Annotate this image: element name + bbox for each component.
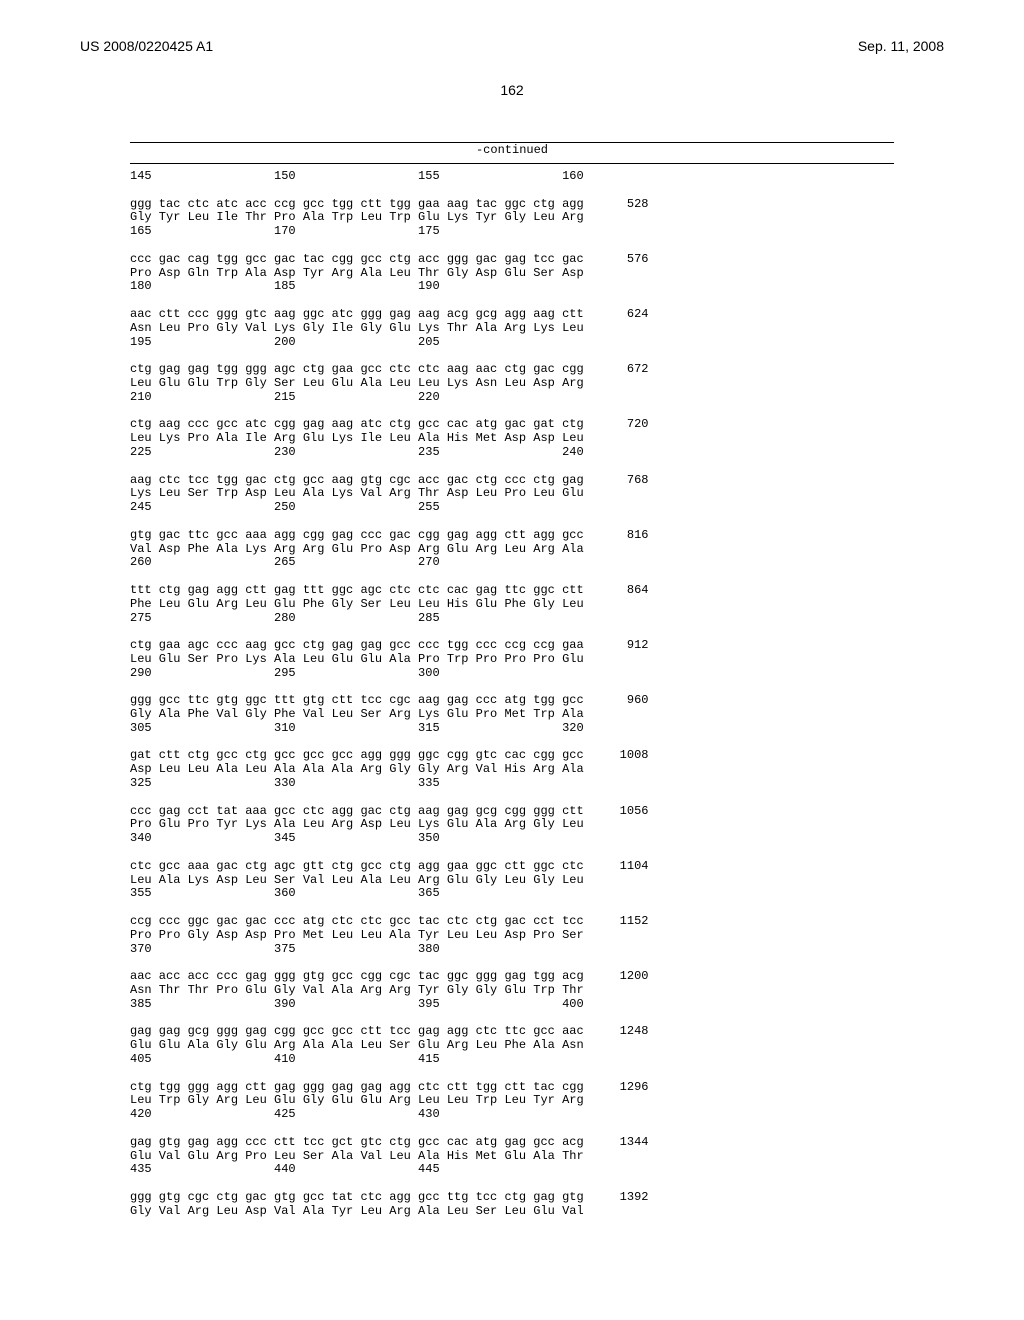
sequence-row: gtg gac ttc gcc aaa agg cgg gag ccc gac … <box>130 529 648 543</box>
sequence-row: 405 410 415 <box>130 1053 648 1067</box>
sequence-row: 305 310 315 320 <box>130 722 648 736</box>
sequence-row: 325 330 335 <box>130 777 648 791</box>
sequence-row: 355 360 365 <box>130 887 648 901</box>
sequence-row: ccc gac cag tgg gcc gac tac cgg gcc ctg … <box>130 253 648 267</box>
sequence-row <box>130 405 648 419</box>
sequence-row <box>130 184 648 198</box>
sequence-row: ccc gag cct tat aaa gcc ctc agg gac ctg … <box>130 805 648 819</box>
publication-number: US 2008/0220425 A1 <box>80 38 213 54</box>
sequence-row: Gly Val Arg Leu Asp Val Ala Tyr Leu Arg … <box>130 1205 648 1219</box>
sequence-row: Lys Leu Ser Trp Asp Leu Ala Lys Val Arg … <box>130 487 648 501</box>
sequence-row: 385 390 395 400 <box>130 998 648 1012</box>
sequence-row: ctg gag gag tgg ggg agc ctg gaa gcc ctc … <box>130 363 648 377</box>
sequence-row <box>130 956 648 970</box>
sequence-row <box>130 294 648 308</box>
sequence-row: 145 150 155 160 <box>130 170 648 184</box>
sequence-row <box>130 515 648 529</box>
sequence-row: 370 375 380 <box>130 943 648 957</box>
sequence-row: 210 215 220 <box>130 391 648 405</box>
sequence-row: ctg aag ccc gcc atc cgg gag aag atc ctg … <box>130 418 648 432</box>
sequence-row <box>130 239 648 253</box>
sequence-row: 420 425 430 <box>130 1108 648 1122</box>
sequence-row <box>130 901 648 915</box>
continued-label: -continued <box>0 143 1024 157</box>
sequence-row: Pro Glu Pro Tyr Lys Ala Leu Arg Asp Leu … <box>130 818 648 832</box>
sequence-row: ttt ctg gag agg ctt gag ttt ggc agc ctc … <box>130 584 648 598</box>
sequence-row <box>130 1012 648 1026</box>
sequence-row: Asn Thr Thr Pro Glu Gly Val Ala Arg Arg … <box>130 984 648 998</box>
sequence-row: 225 230 235 240 <box>130 446 648 460</box>
sequence-row: Leu Lys Pro Ala Ile Arg Glu Lys Ile Leu … <box>130 432 648 446</box>
sequence-row: Gly Tyr Leu Ile Thr Pro Ala Trp Leu Trp … <box>130 211 648 225</box>
sequence-row: 180 185 190 <box>130 280 648 294</box>
sequence-row: ctg gaa agc ccc aag gcc ctg gag gag gcc … <box>130 639 648 653</box>
sequence-row: ggg tac ctc atc acc ccg gcc tgg ctt tgg … <box>130 198 648 212</box>
sequence-row: ccg ccc ggc gac gac ccc atg ctc ctc gcc … <box>130 915 648 929</box>
sequence-row <box>130 1177 648 1191</box>
sequence-row <box>130 570 648 584</box>
sequence-row <box>130 1067 648 1081</box>
sequence-row: aac acc acc ccc gag ggg gtg gcc cgg cgc … <box>130 970 648 984</box>
sequence-row: ggg gcc ttc gtg ggc ttt gtg ctt tcc cgc … <box>130 694 648 708</box>
sequence-row: gag gag gcg ggg gag cgg gcc gcc ctt tcc … <box>130 1025 648 1039</box>
sequence-row <box>130 1122 648 1136</box>
sequence-row: Phe Leu Glu Arg Leu Glu Phe Gly Ser Leu … <box>130 598 648 612</box>
sequence-row: 290 295 300 <box>130 667 648 681</box>
sequence-row: Leu Trp Gly Arg Leu Glu Gly Glu Glu Arg … <box>130 1094 648 1108</box>
sequence-row: Leu Glu Glu Trp Gly Ser Leu Glu Ala Leu … <box>130 377 648 391</box>
sequence-row: ggg gtg cgc ctg gac gtg gcc tat ctc agg … <box>130 1191 648 1205</box>
sequence-row: 275 280 285 <box>130 612 648 626</box>
sequence-row <box>130 625 648 639</box>
sequence-row: 195 200 205 <box>130 336 648 350</box>
sequence-row: Val Asp Phe Ala Lys Arg Arg Glu Pro Asp … <box>130 543 648 557</box>
sequence-row: Asn Leu Pro Gly Val Lys Gly Ile Gly Glu … <box>130 322 648 336</box>
sequence-row: 340 345 350 <box>130 832 648 846</box>
sequence-row <box>130 349 648 363</box>
sequence-row: 260 265 270 <box>130 556 648 570</box>
sequence-row: Leu Glu Ser Pro Lys Ala Leu Glu Glu Ala … <box>130 653 648 667</box>
sequence-row: gat ctt ctg gcc ctg gcc gcc gcc agg ggg … <box>130 749 648 763</box>
sequence-row: Glu Val Glu Arg Pro Leu Ser Ala Val Leu … <box>130 1150 648 1164</box>
sequence-row <box>130 460 648 474</box>
sequence-listing: 145 150 155 160 ggg tac ctc atc acc ccg … <box>130 170 648 1219</box>
sequence-row: gag gtg gag agg ccc ctt tcc gct gtc ctg … <box>130 1136 648 1150</box>
sequence-row: Asp Leu Leu Ala Leu Ala Ala Ala Arg Gly … <box>130 763 648 777</box>
sequence-row: 435 440 445 <box>130 1163 648 1177</box>
sequence-row: ctg tgg ggg agg ctt gag ggg gag gag agg … <box>130 1081 648 1095</box>
sequence-row: Gly Ala Phe Val Gly Phe Val Leu Ser Arg … <box>130 708 648 722</box>
sequence-row: 165 170 175 <box>130 225 648 239</box>
sequence-row <box>130 846 648 860</box>
sequence-row: Leu Ala Lys Asp Leu Ser Val Leu Ala Leu … <box>130 874 648 888</box>
sequence-row: aac ctt ccc ggg gtc aag ggc atc ggg gag … <box>130 308 648 322</box>
sequence-row <box>130 791 648 805</box>
sequence-row: Pro Asp Gln Trp Ala Asp Tyr Arg Ala Leu … <box>130 267 648 281</box>
sequence-row <box>130 736 648 750</box>
sequence-row: Glu Glu Ala Gly Glu Arg Ala Ala Leu Ser … <box>130 1039 648 1053</box>
page-number: 162 <box>0 82 1024 98</box>
sequence-row: Pro Pro Gly Asp Asp Pro Met Leu Leu Ala … <box>130 929 648 943</box>
publication-date: Sep. 11, 2008 <box>858 38 944 54</box>
sequence-row: ctc gcc aaa gac ctg agc gtt ctg gcc ctg … <box>130 860 648 874</box>
sequence-row: 245 250 255 <box>130 501 648 515</box>
sequence-row <box>130 680 648 694</box>
sequence-row: aag ctc tcc tgg gac ctg gcc aag gtg cgc … <box>130 474 648 488</box>
